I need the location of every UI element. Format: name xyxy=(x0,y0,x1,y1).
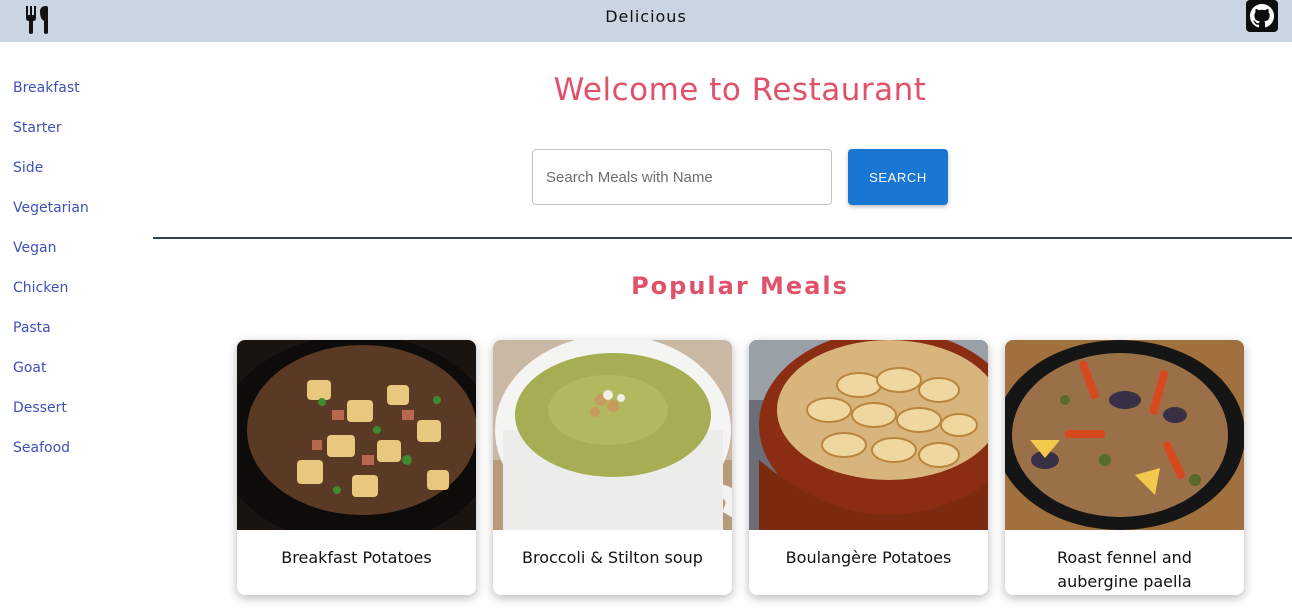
meal-card[interactable]: Broccoli & Stilton soup xyxy=(493,340,732,595)
meal-image xyxy=(749,340,988,530)
meal-name: Broccoli & Stilton soup xyxy=(522,548,703,567)
app-title: Delicious xyxy=(605,7,687,26)
meal-name: Boulangère Potatoes xyxy=(785,548,952,567)
sidebar-item-side[interactable]: Side xyxy=(13,158,43,178)
sidebar-item-seafood[interactable]: Seafood xyxy=(13,438,70,458)
sidebar-item-vegan[interactable]: Vegan xyxy=(13,238,56,258)
meal-image xyxy=(1005,340,1244,530)
search-meals-input[interactable] xyxy=(532,149,832,205)
top-bar: Delicious xyxy=(0,0,1292,42)
meal-card[interactable]: Breakfast Potatoes xyxy=(237,340,476,595)
sidebar-item-chicken[interactable]: Chicken xyxy=(13,278,68,298)
github-icon xyxy=(1250,4,1274,28)
meal-name: Roast fennel and aubergine paella xyxy=(1057,548,1192,591)
meal-image xyxy=(493,340,732,530)
search-button[interactable]: SEARCH xyxy=(848,149,948,205)
sidebar-item-dessert[interactable]: Dessert xyxy=(13,398,67,418)
meal-image xyxy=(237,340,476,530)
meal-card[interactable]: Roast fennel and aubergine paella xyxy=(1005,340,1244,595)
popular-meals-heading: Popular Meals xyxy=(631,272,849,300)
meal-card[interactable]: Boulangère Potatoes xyxy=(749,340,988,595)
sidebar-item-pasta[interactable]: Pasta xyxy=(13,318,51,338)
sidebar-item-starter[interactable]: Starter xyxy=(13,118,62,138)
sidebar-item-breakfast[interactable]: Breakfast xyxy=(13,78,80,98)
sidebar-item-goat[interactable]: Goat xyxy=(13,358,46,378)
github-link[interactable] xyxy=(1246,0,1278,32)
section-divider xyxy=(153,237,1292,239)
meal-name: Breakfast Potatoes xyxy=(281,548,432,567)
sidebar-item-vegetarian[interactable]: Vegetarian xyxy=(13,198,89,218)
welcome-heading: Welcome to Restaurant xyxy=(553,72,927,108)
